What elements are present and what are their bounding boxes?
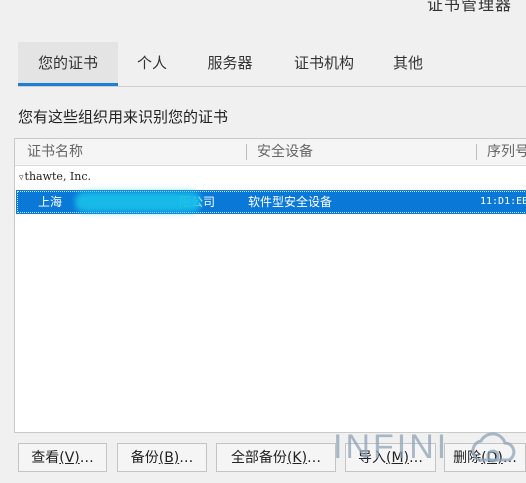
watermark-text: INFINI xyxy=(333,428,449,466)
column-header-serial[interactable]: 序列号 xyxy=(487,139,526,165)
window-title: 证书管理器 xyxy=(426,0,512,14)
cell-device: 软件型安全设备 xyxy=(248,195,333,209)
redaction-overlay xyxy=(75,192,201,212)
cell-serial: 11:D1:EB xyxy=(480,196,526,207)
column-header-name[interactable]: 证书名称 xyxy=(27,139,83,165)
certificate-group-row[interactable]: ▿thawte, Inc. xyxy=(19,170,91,183)
expand-triangle-icon[interactable]: ▿ xyxy=(19,173,24,183)
column-header-device[interactable]: 安全设备 xyxy=(257,139,313,165)
cell-name-prefix: 上海 xyxy=(38,195,63,209)
backup-button-mnemonic: (B) xyxy=(158,450,180,466)
tab-servers[interactable]: 服务器 xyxy=(194,42,266,84)
backup-all-button-ellipsis: … xyxy=(307,450,322,466)
backup-button-label: 备份 xyxy=(130,450,159,466)
column-divider[interactable] xyxy=(246,144,247,160)
certificate-table[interactable]: 证书名称 安全设备 序列号 ▿thawte, Inc. 上海 限公司 软件型安全… xyxy=(14,138,526,433)
column-divider[interactable] xyxy=(476,144,477,160)
table-header: 证书名称 安全设备 序列号 xyxy=(15,139,526,166)
view-button-mnemonic: (V) xyxy=(59,450,80,466)
backup-all-button-mnemonic: (K) xyxy=(286,450,308,466)
backup-all-button[interactable]: 全部备份(K)… xyxy=(216,443,336,472)
backup-all-button-label: 全部备份 xyxy=(230,450,287,466)
backup-button-ellipsis: … xyxy=(179,450,194,466)
description-text: 您有这些组织用来识别您的证书 xyxy=(18,108,229,126)
view-button-label: 查看 xyxy=(31,450,60,466)
tab-others[interactable]: 其他 xyxy=(384,42,432,84)
cloud-logo-icon xyxy=(471,432,516,463)
view-button[interactable]: 查看(V)… xyxy=(18,443,107,472)
tab-your-certificates[interactable]: 您的证书 xyxy=(18,42,118,86)
group-name: thawte, Inc. xyxy=(24,170,92,183)
view-button-ellipsis: … xyxy=(79,450,94,466)
tab-personal[interactable]: 个人 xyxy=(124,42,180,84)
tab-authorities[interactable]: 证书机构 xyxy=(280,42,368,84)
infini-watermark: INFINI xyxy=(333,428,516,466)
backup-button[interactable]: 备份(B)… xyxy=(117,443,207,472)
tab-bar: 您的证书 个人 服务器 证书机构 其他 xyxy=(18,42,526,87)
